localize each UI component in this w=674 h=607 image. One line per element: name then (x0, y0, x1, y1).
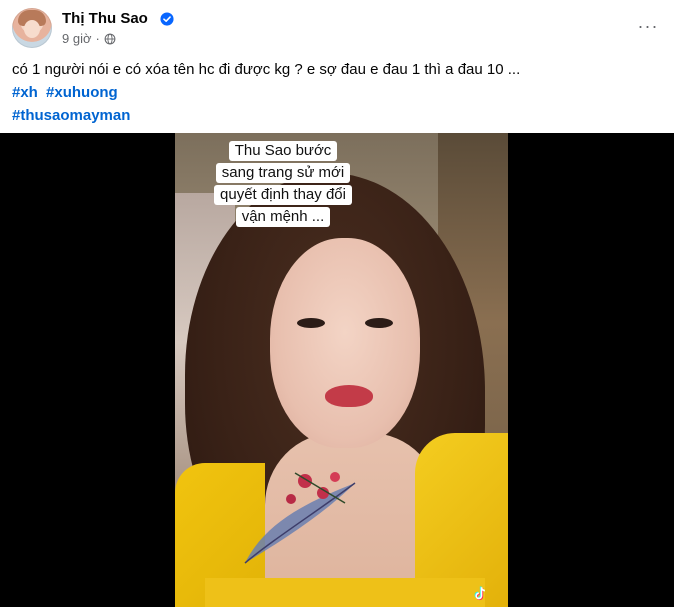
video-lips (325, 385, 373, 407)
video-caption-line: sang trang sử mới (215, 163, 351, 183)
tiktok-logo-icon (474, 586, 485, 601)
hashtag-xh[interactable]: #xh (12, 84, 38, 101)
hashtag-line-1: #xh #xuhuong (12, 83, 662, 106)
post-video[interactable]: Thu Sao bước sang trang sử mới quyết địn… (0, 133, 674, 607)
hashtag-thusaomayman[interactable]: #thusaomayman (12, 107, 130, 124)
video-caption-line: Thu Sao bước (228, 141, 338, 161)
meta-dot: · (95, 31, 100, 46)
feather-tattoo-image (244, 472, 356, 564)
hashtag-line-2: #thusaomayman (12, 106, 662, 129)
post-hashtags: #xh #xuhuong #thusaomayman (12, 83, 662, 129)
video-caption-line: vận mệnh ... (235, 207, 331, 227)
facebook-post: Thị Thu Sao 9 giờ · ··· có 1 người nói e… (0, 0, 674, 607)
more-options-icon[interactable]: ··· (634, 12, 662, 40)
post-time[interactable]: 9 giờ (62, 31, 92, 47)
video-shirt-bottom (205, 578, 485, 607)
video-frame[interactable]: Thu Sao bước sang trang sử mới quyết địn… (175, 133, 508, 607)
video-eye-right (365, 318, 393, 328)
author-avatar[interactable] (12, 8, 52, 48)
avatar-face (24, 20, 40, 38)
post-meta: 9 giờ · (62, 31, 116, 47)
verified-badge-icon (160, 12, 174, 26)
hashtag-xuhuong[interactable]: #xuhuong (46, 84, 118, 101)
video-face (270, 238, 420, 448)
video-caption-line: quyết định thay đổi (214, 185, 352, 205)
post-header: Thị Thu Sao 9 giờ · ··· (12, 8, 662, 52)
globe-icon[interactable] (104, 33, 116, 45)
video-caption: Thu Sao bước sang trang sử mới quyết địn… (203, 141, 363, 227)
video-eye-left (297, 318, 325, 328)
post-text: có 1 người nói e có xóa tên hc đi được k… (12, 61, 521, 78)
author-name[interactable]: Thị Thu Sao (62, 10, 148, 28)
